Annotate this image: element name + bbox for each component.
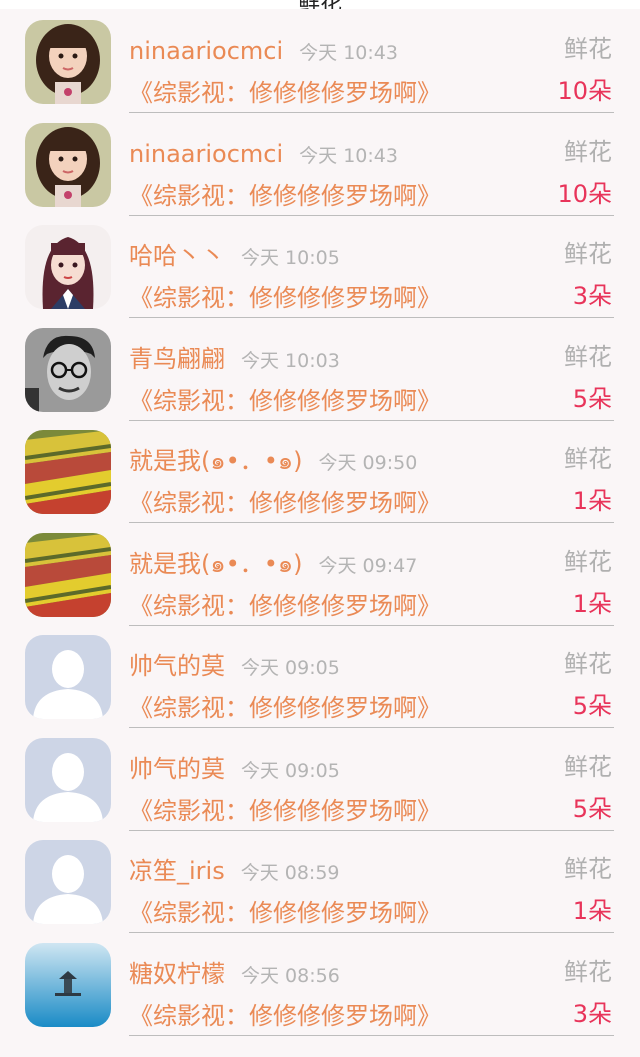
timestamp: 今天 10:43 (299, 144, 398, 167)
timestamp: 今天 09:50 (318, 452, 418, 474)
page-title: 鲜花 (0, 0, 640, 9)
book-title-link[interactable]: 《综影视：修修修修罗场啊》 (129, 1001, 441, 1031)
gift-type-label: 鲜花 (564, 957, 612, 986)
avatar[interactable] (25, 20, 111, 104)
timestamp: 今天 08:59 (240, 862, 340, 884)
avatar[interactable] (25, 840, 111, 924)
divider (129, 1034, 614, 1036)
flower-count: 3朵 (572, 282, 612, 310)
list-item[interactable]: 就是我(๑•．•๑) 今天 09:50 鲜花 《综影视：修修修修罗场啊》 1朵 (0, 416, 640, 523)
user-name[interactable]: 就是我(๑•．•๑) 今天 09:50 (129, 446, 417, 478)
flower-count: 1朵 (572, 487, 612, 515)
avatar[interactable] (25, 737, 111, 822)
timestamp: 今天 10:05 (241, 247, 340, 269)
avatar[interactable] (25, 225, 111, 309)
timestamp: 今天 09:05 (241, 759, 340, 782)
book-title-link[interactable]: 《综影视：修修修修罗场啊》 (129, 283, 441, 313)
avatar[interactable] (25, 327, 111, 412)
timestamp: 今天 10:03 (241, 349, 340, 372)
book-title-link[interactable]: 《综影视：修修修修罗场啊》 (129, 386, 441, 416)
list-item[interactable]: 青鸟翩翩 今天 10:03 鲜花 《综影视：修修修修罗场啊》 5朵 (0, 314, 640, 421)
user-name[interactable]: ninaariocmci 今天 10:43 (129, 36, 398, 68)
book-title-link[interactable]: 《综影视：修修修修罗场啊》 (129, 796, 441, 826)
book-title-link[interactable]: 《综影视：修修修修罗场啊》 (129, 591, 441, 621)
flower-count: 5朵 (572, 384, 612, 413)
gift-type-label: 鲜花 (564, 342, 612, 371)
gift-type-label: 鲜花 (564, 752, 612, 781)
timestamp: 今天 10:43 (299, 42, 398, 64)
list-item[interactable]: 就是我(๑•．•๑) 今天 09:47 鲜花 《综影视：修修修修罗场啊》 1朵 (0, 519, 640, 626)
list-item[interactable]: 帅气的莫 今天 09:05 鲜花 《综影视：修修修修罗场啊》 5朵 (0, 724, 640, 831)
avatar[interactable] (25, 430, 111, 514)
list-item[interactable]: 凉笙_iris 今天 08:59 鲜花 《综影视：修修修修罗场啊》 1朵 (0, 826, 640, 933)
list-item[interactable]: 帅气的莫 今天 09:05 鲜花 《综影视：修修修修罗场啊》 5朵 (0, 621, 640, 728)
gift-type-label: 鲜花 (564, 240, 612, 268)
gift-type-label: 鲜花 (564, 35, 612, 63)
flower-count: 1朵 (572, 589, 612, 618)
user-name[interactable]: ninaariocmci 今天 10:43 (129, 139, 398, 171)
avatar[interactable] (25, 942, 111, 1027)
avatar[interactable] (25, 532, 111, 617)
list-item[interactable]: ninaariocmci 今天 10:43 鲜花 《综影视：修修修修罗场啊》 10… (0, 109, 640, 216)
avatar[interactable] (25, 635, 111, 719)
user-name[interactable]: 青鸟翩翩 今天 10:03 (129, 344, 340, 376)
timestamp: 今天 08:56 (241, 964, 340, 987)
user-name[interactable]: 哈哈丶丶 今天 10:05 (129, 241, 340, 273)
timestamp: 今天 09:47 (318, 554, 418, 577)
book-title-link[interactable]: 《综影视：修修修修罗场啊》 (129, 898, 441, 928)
flower-count: 5朵 (572, 692, 612, 720)
gift-type-label: 鲜花 (564, 650, 612, 678)
user-name[interactable]: 凉笙_iris 今天 08:59 (129, 856, 340, 888)
book-title-link[interactable]: 《综影视：修修修修罗场啊》 (129, 78, 441, 108)
list-item[interactable]: 糖奴柠檬 今天 08:56 鲜花 《综影视：修修修修罗场啊》 3朵 (0, 929, 640, 1036)
user-name[interactable]: 糖奴柠檬 今天 08:56 (129, 959, 340, 991)
flower-count: 10朵 (557, 179, 612, 208)
user-name[interactable]: 帅气的莫 今天 09:05 (129, 754, 340, 786)
nav-bar: 鲜花 (0, 0, 640, 9)
flower-count: 10朵 (557, 77, 612, 105)
book-title-link[interactable]: 《综影视：修修修修罗场啊》 (129, 181, 441, 211)
list-item[interactable]: 哈哈丶丶 今天 10:05 鲜花 《综影视：修修修修罗场啊》 3朵 (0, 211, 640, 318)
gift-type-label: 鲜花 (564, 547, 612, 576)
gift-type-label: 鲜花 (564, 855, 612, 883)
list-item[interactable]: ninaariocmci 今天 10:43 鲜花 《综影视：修修修修罗场啊》 10… (0, 6, 640, 113)
book-title-link[interactable]: 《综影视：修修修修罗场啊》 (129, 488, 441, 518)
timestamp: 今天 09:05 (241, 657, 340, 679)
book-title-link[interactable]: 《综影视：修修修修罗场啊》 (129, 693, 441, 723)
gift-type-label: 鲜花 (564, 137, 612, 166)
flower-count: 3朵 (572, 999, 612, 1028)
avatar[interactable] (25, 122, 111, 207)
user-name[interactable]: 帅气的莫 今天 09:05 (129, 651, 340, 683)
user-name[interactable]: 就是我(๑•．•๑) 今天 09:47 (129, 549, 417, 581)
flower-count: 5朵 (572, 794, 612, 823)
gift-type-label: 鲜花 (564, 445, 612, 473)
flower-count: 1朵 (572, 897, 612, 925)
